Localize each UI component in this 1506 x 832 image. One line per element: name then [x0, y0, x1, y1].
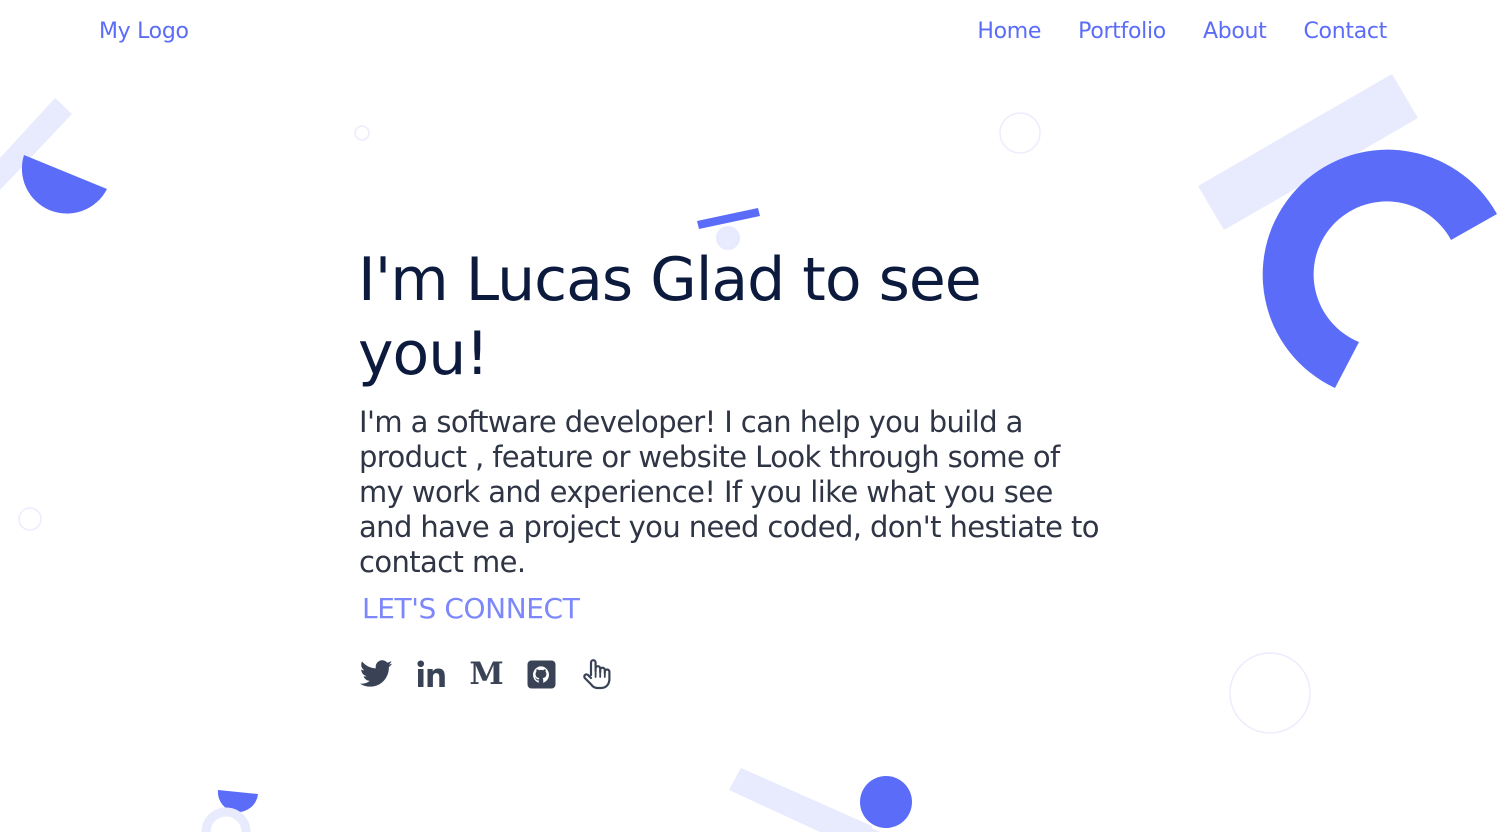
nav-contact[interactable]: Contact [1304, 19, 1388, 44]
decor-halfcircle-top-left [21, 155, 108, 214]
nav-portfolio[interactable]: Portfolio [1078, 19, 1166, 44]
page: My Logo Home Portfolio About Contact I'm… [0, 0, 1506, 832]
hero-title: I'm Lucas Glad to see you! [358, 245, 982, 389]
lets-connect-link[interactable]: LET'S CONNECT [362, 592, 580, 625]
social-links: M [360, 657, 613, 691]
main-nav: Home Portfolio About Contact [977, 19, 1387, 44]
decor-bar-above-title [697, 208, 760, 229]
twitter-icon[interactable] [360, 657, 393, 691]
nav-about[interactable]: About [1203, 19, 1267, 44]
nav-home[interactable]: Home [977, 19, 1041, 44]
decor-ring-right-lower [1229, 652, 1311, 734]
decor-halfcircle-bottom-left [217, 790, 258, 813]
decor-ring-top-center [999, 112, 1041, 154]
linkedin-icon[interactable] [415, 657, 448, 691]
decor-ring-left-middle [18, 507, 42, 531]
medium-icon[interactable]: M [469, 657, 503, 691]
decor-bar-top-right [1198, 74, 1418, 230]
decor-dot-bottom [860, 776, 912, 828]
decor-arc-top-right [1262, 149, 1497, 388]
hand-pointer-icon[interactable] [580, 657, 613, 691]
decor-bar-bottom-2 [729, 768, 872, 832]
decor-ring-bottom-left [201, 807, 251, 832]
decor-bar-bottom [729, 768, 880, 832]
decor-bar-top-left [0, 98, 72, 190]
logo-link[interactable]: My Logo [99, 19, 189, 44]
github-icon[interactable] [525, 657, 558, 691]
hero-description: I'm a software developer! I can help you… [359, 405, 1100, 579]
decor-ring-small-top [354, 125, 370, 141]
